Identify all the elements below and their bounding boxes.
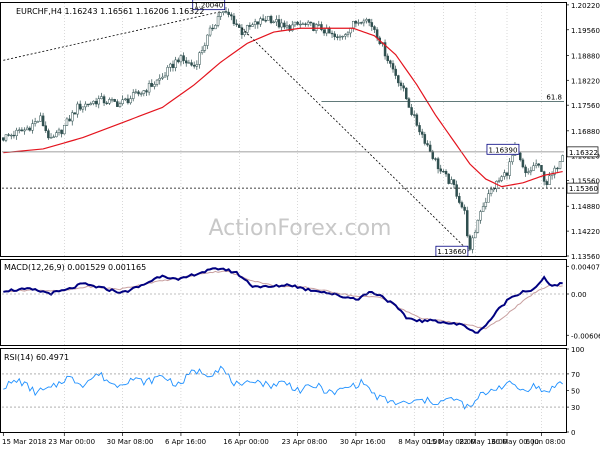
annotation-sw: 1.16390 — [486, 143, 520, 155]
y-tick-label: 70 — [571, 371, 580, 379]
y-tick-label: 1.20220 — [571, 2, 600, 10]
svg-text:1.16322: 1.16322 — [569, 149, 598, 157]
candle — [113, 98, 116, 102]
x-tick-label: 6 Jun 08:00 — [525, 438, 565, 446]
candle — [561, 154, 564, 162]
price-panel-title: EURCHF,H4 1.16243 1.16561 1.16206 1.1632… — [16, 7, 204, 16]
candle — [431, 149, 435, 161]
price-tag: 1.15360 — [566, 182, 599, 194]
y-tick-label: 50 — [571, 388, 580, 396]
y-tick-label: 1.13560 — [571, 253, 600, 261]
x-tick-label: 23 Apr 08:00 — [282, 438, 328, 446]
y-tick-label: 0 — [571, 429, 575, 437]
fib-label: 61.8 — [546, 93, 562, 101]
x-tick-label: 6 Apr 16:00 — [165, 438, 206, 446]
candle — [558, 161, 562, 170]
y-tick-label: 1.17560 — [571, 102, 600, 110]
candle — [468, 234, 472, 251]
y-tick-label: 1.14880 — [571, 203, 600, 211]
x-tick-label: 30 Apr 16:00 — [340, 438, 386, 446]
rsi-panel-title: RSI(14) 60.4971 — [4, 353, 69, 362]
x-tick-label: 23 Mar 00:00 — [48, 438, 95, 446]
eurchf-h4-chart: ActionForex.com 61.8 1.200401.163901.136… — [0, 0, 600, 450]
candle — [476, 219, 480, 234]
annotation-lo: 1.13660 — [435, 245, 469, 257]
price-tag: 1.16322 — [566, 146, 599, 158]
x-tick-label: 15 Mar 2018 — [2, 438, 46, 446]
x-tick-label: 16 Apr 00:00 — [223, 438, 269, 446]
candle — [540, 165, 543, 172]
y-tick-label: -0.006069 — [571, 332, 600, 340]
x-tick-label: 30 Mar 08:00 — [107, 438, 154, 446]
candle — [407, 97, 411, 108]
y-tick-label: 100 — [571, 346, 584, 354]
candle — [465, 206, 469, 238]
y-tick-label: 1.19560 — [571, 27, 600, 35]
macd-panel-title: MACD(12,26,9) 0.001529 0.001165 — [4, 263, 146, 272]
candle — [415, 112, 419, 127]
y-tick-label: 0.004071 — [571, 263, 600, 271]
candle — [405, 87, 408, 101]
svg-text:1.13660: 1.13660 — [437, 248, 466, 256]
y-tick-label: 1.14220 — [571, 228, 600, 236]
candle — [447, 173, 450, 185]
svg-text:1.15360: 1.15360 — [569, 185, 598, 193]
candle — [63, 124, 66, 135]
y-tick-label: 0.00 — [571, 291, 587, 299]
candle — [269, 14, 273, 25]
y-tick-label: 1.18220 — [571, 77, 600, 85]
y-tick-label: 30 — [571, 404, 580, 412]
svg-text:1.16390: 1.16390 — [488, 146, 517, 154]
watermark: ActionForex.com — [209, 216, 392, 241]
candle — [267, 15, 270, 21]
y-tick-label: 1.16880 — [571, 128, 600, 136]
candle — [519, 151, 522, 162]
candle — [312, 22, 315, 32]
y-tick-label: 1.18880 — [571, 52, 600, 60]
